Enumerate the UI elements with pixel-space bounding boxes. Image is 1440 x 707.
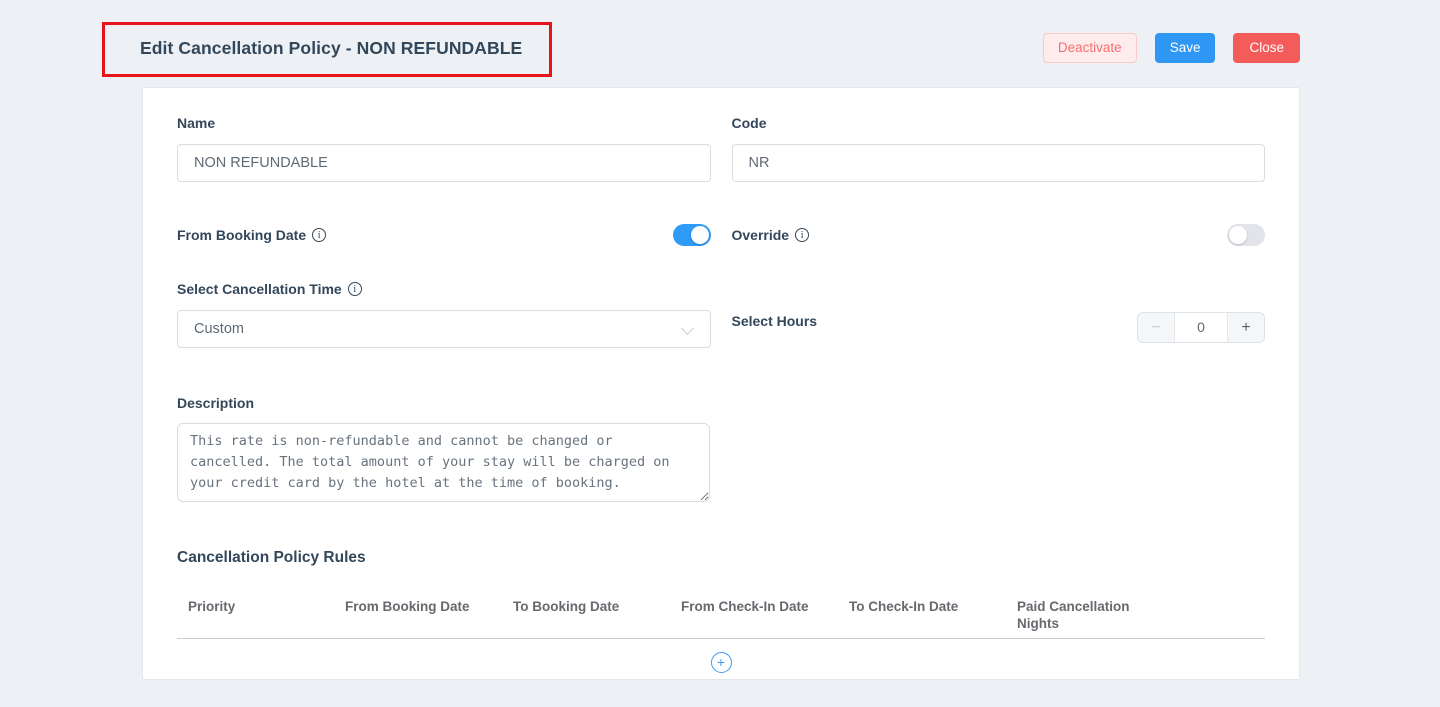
override-group: Override i	[732, 224, 1266, 246]
column-from-check-in-date: From Check-In Date	[681, 598, 849, 615]
cancellation-time-row: Select Cancellation Time i Custom Select…	[177, 281, 1265, 348]
select-hours-group: Select Hours − +	[732, 281, 1266, 348]
description-group: Description This rate is non-refundable …	[177, 395, 710, 507]
description-textarea[interactable]: This rate is non-refundable and cannot b…	[177, 423, 710, 502]
plus-icon: +	[717, 654, 725, 670]
description-row: Description This rate is non-refundable …	[177, 395, 1265, 507]
increment-button[interactable]: +	[1227, 313, 1264, 342]
description-label: Description	[177, 395, 710, 411]
from-booking-date-toggle[interactable]	[673, 224, 711, 246]
from-booking-date-label: From Booking Date	[177, 227, 306, 243]
deactivate-button[interactable]: Deactivate	[1043, 33, 1137, 63]
column-paid-cancellation-nights: Paid Cancellation Nights	[1017, 598, 1147, 632]
chevron-down-icon	[681, 322, 694, 335]
column-from-booking-date: From Booking Date	[345, 598, 513, 615]
toggles-row: From Booking Date i Override i	[177, 224, 1265, 246]
cancellation-time-select[interactable]: Custom	[177, 310, 711, 348]
column-to-check-in-date: To Check-In Date	[849, 598, 1017, 615]
name-code-row: Name Code	[177, 115, 1265, 182]
select-hours-label: Select Hours	[732, 313, 818, 329]
code-input[interactable]	[732, 144, 1266, 182]
hours-stepper: − +	[1137, 312, 1265, 343]
cancellation-time-group: Select Cancellation Time i Custom	[177, 281, 711, 348]
cancellation-time-label: Select Cancellation Time	[177, 281, 342, 297]
toggle-knob	[691, 226, 709, 244]
code-field-group: Code	[732, 115, 1266, 182]
toggle-knob	[1229, 226, 1247, 244]
page-title: Edit Cancellation Policy - NON REFUNDABL…	[140, 38, 522, 59]
info-icon[interactable]: i	[795, 228, 809, 242]
cancellation-time-selected-value: Custom	[194, 321, 244, 337]
close-button[interactable]: Close	[1233, 33, 1300, 63]
override-label: Override	[732, 227, 790, 243]
override-toggle[interactable]	[1227, 224, 1265, 246]
decrement-button[interactable]: −	[1138, 313, 1175, 342]
name-input[interactable]	[177, 144, 711, 182]
from-booking-date-group: From Booking Date i	[177, 224, 711, 246]
info-icon[interactable]: i	[348, 282, 362, 296]
hours-input[interactable]	[1175, 313, 1227, 342]
rules-table-header: Priority From Booking Date To Booking Da…	[177, 598, 1265, 639]
code-label: Code	[732, 115, 1266, 131]
name-field-group: Name	[177, 115, 711, 182]
add-rule-button[interactable]: +	[711, 652, 732, 673]
toolbar: Deactivate Save Close	[1043, 33, 1300, 63]
edit-policy-card: Name Code From Booking Date i Override i	[142, 87, 1300, 680]
column-priority: Priority	[177, 598, 345, 615]
column-to-booking-date: To Booking Date	[513, 598, 681, 615]
save-button[interactable]: Save	[1155, 33, 1216, 63]
name-label: Name	[177, 115, 711, 131]
info-icon[interactable]: i	[312, 228, 326, 242]
add-rule-row: +	[177, 639, 1265, 680]
rules-section-title: Cancellation Policy Rules	[177, 549, 1265, 567]
